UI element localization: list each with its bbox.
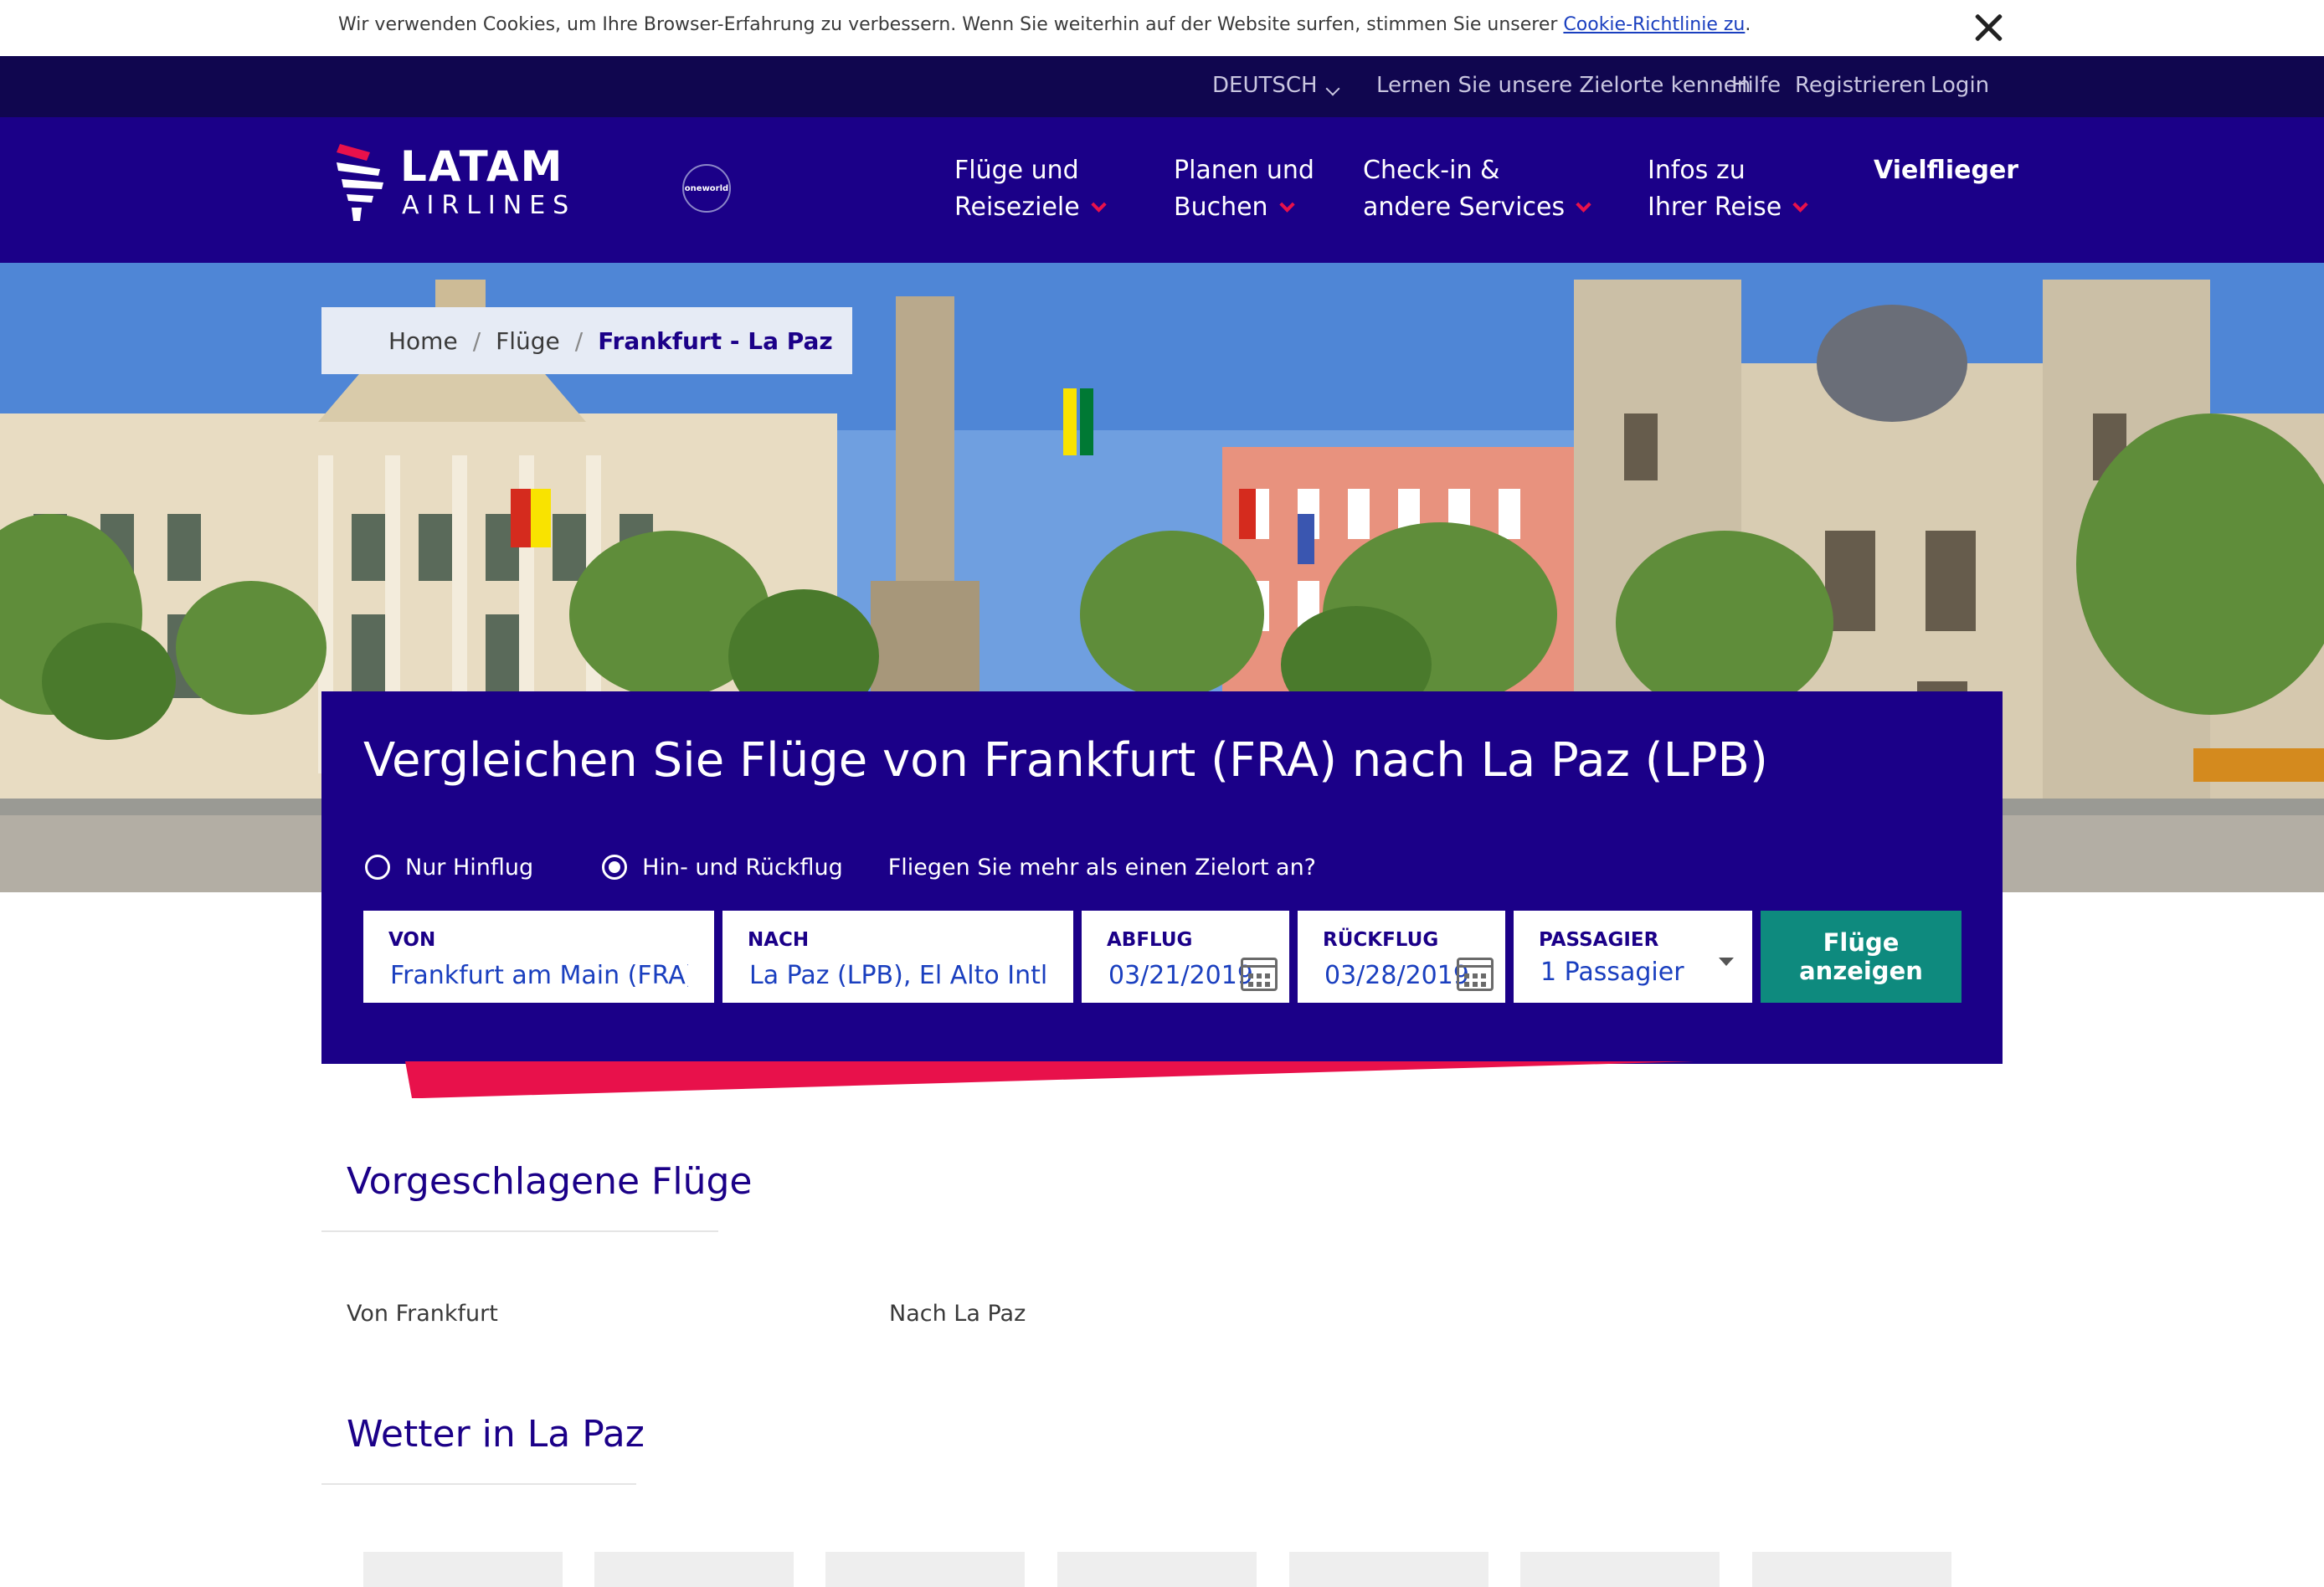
logo-brand: LATAM [400, 142, 564, 191]
breadcrumb-home[interactable]: Home [388, 327, 458, 355]
nav-trip-info[interactable]: Infos zu Ihrer Reise [1648, 152, 1808, 226]
to-la-paz-label: Nach La Paz [889, 1301, 1026, 1327]
to-field[interactable]: NACH La Paz (LPB), El Alto Intl. (I [722, 911, 1073, 1003]
nav-flights-destinations[interactable]: Flüge und Reiseziele [954, 152, 1107, 226]
weather-card [1057, 1552, 1257, 1587]
latam-logo-mark-icon [337, 144, 383, 221]
caret-down-icon[interactable] [1719, 958, 1734, 966]
passenger-value[interactable]: 1 Passagier [1540, 958, 1684, 987]
main-navigation: LATAM AIRLINES oneworld Flüge und Reisez… [0, 117, 2324, 263]
chevron-down-icon [1325, 81, 1340, 96]
from-value[interactable]: Frankfurt am Main (FRA), F [390, 961, 688, 990]
breadcrumb: Home / Flüge / Frankfurt - La Paz [321, 307, 852, 374]
weather-card [825, 1552, 1025, 1587]
oneworld-label: oneworld [684, 183, 729, 193]
breadcrumb-separator: / [574, 326, 584, 355]
nav-item-line1: Infos zu [1648, 156, 1746, 185]
nav-item-line1: Planen und [1174, 156, 1314, 185]
weather-title: Wetter in La Paz [347, 1413, 645, 1456]
link-register[interactable]: Registrieren [1795, 73, 1926, 98]
section-divider [321, 1483, 636, 1485]
return-value[interactable]: 03/28/2019 [1324, 961, 1469, 990]
calendar-icon[interactable] [1457, 958, 1494, 991]
weather-card [1520, 1552, 1720, 1587]
weather-card [1752, 1552, 1951, 1587]
utility-bar: DEUTSCH Lernen Sie unsere Zielorte kenne… [0, 56, 2324, 117]
search-title: Vergleichen Sie Flüge von Frankfurt (FRA… [363, 733, 1768, 788]
departure-date-field[interactable]: ABFLUG 03/21/2019 [1082, 911, 1289, 1003]
nav-checkin-services[interactable]: Check-in & andere Services [1363, 152, 1591, 226]
close-icon[interactable] [1972, 12, 2004, 44]
nav-item-line2: Ihrer Reise [1648, 193, 1782, 222]
cookie-suffix: . [1745, 14, 1751, 35]
link-destinations[interactable]: Lernen Sie unsere Zielorte kennen [1376, 73, 1751, 98]
weather-card [1289, 1552, 1488, 1587]
chevron-down-icon [1278, 197, 1295, 213]
nav-frequent-flyer[interactable]: Vielflieger [1874, 152, 2018, 189]
flight-search-panel: Vergleichen Sie Flüge von Frankfurt (FRA… [321, 691, 2003, 1064]
radio-round-trip[interactable]: Hin- und Rückflug [602, 855, 843, 881]
nav-item-line1: Vielflieger [1874, 156, 2019, 185]
radio-round-trip-label: Hin- und Rückflug [642, 854, 843, 881]
passenger-label: PASSAGIER [1539, 929, 1659, 951]
breadcrumb-current: Frankfurt - La Paz [598, 326, 833, 355]
link-help[interactable]: Hilfe [1731, 73, 1781, 98]
departure-value[interactable]: 03/21/2019 [1108, 961, 1253, 990]
departure-label: ABFLUG [1107, 929, 1193, 951]
from-label: VON [388, 929, 436, 951]
nav-item-line1: Check-in & [1363, 156, 1500, 185]
from-field[interactable]: VON Frankfurt am Main (FRA), F [363, 911, 714, 1003]
breadcrumb-flights[interactable]: Flüge [496, 327, 560, 355]
trip-type-options: Nur Hinflug Hin- und Rückflug Fliegen Si… [365, 852, 1316, 882]
cookie-banner: Wir verwenden Cookies, um Ihre Browser-E… [0, 0, 2324, 56]
section-divider [321, 1230, 718, 1232]
nav-item-line2: Reiseziele [954, 193, 1080, 222]
show-flights-button[interactable]: Flüge anzeigen [1761, 911, 1962, 1003]
nav-plan-book[interactable]: Planen und Buchen [1174, 152, 1314, 226]
cookie-text: Wir verwenden Cookies, um Ihre Browser-E… [338, 14, 1564, 35]
breadcrumb-separator: / [472, 326, 481, 355]
radio-unchecked-icon[interactable] [365, 855, 390, 880]
to-label: NACH [748, 929, 810, 951]
nav-item-line1: Flüge und [954, 156, 1079, 185]
language-label: DEUTSCH [1212, 73, 1318, 98]
chevron-down-icon [1792, 197, 1808, 213]
radio-one-way[interactable]: Nur Hinflug [365, 855, 533, 881]
radio-checked-icon[interactable] [602, 855, 628, 880]
passenger-select[interactable]: PASSAGIER 1 Passagier [1514, 911, 1752, 1003]
weather-card [594, 1552, 794, 1587]
chevron-down-icon [1576, 197, 1591, 213]
multi-city-link[interactable]: Fliegen Sie mehr als einen Zielort an? [888, 855, 1316, 881]
language-selector[interactable]: DEUTSCH [1212, 73, 1340, 98]
weather-card [363, 1552, 563, 1587]
cookie-policy-link[interactable]: Cookie-Richtlinie zu [1563, 14, 1745, 35]
calendar-icon[interactable] [1241, 958, 1278, 991]
radio-one-way-label: Nur Hinflug [405, 854, 534, 881]
cookie-message: Wir verwenden Cookies, um Ihre Browser-E… [338, 14, 1751, 35]
chevron-down-icon [1091, 197, 1107, 213]
return-label: RÜCKFLUG [1323, 929, 1439, 951]
oneworld-logo[interactable]: oneworld [682, 164, 731, 213]
suggested-flights-title: Vorgeschlagene Flüge [347, 1160, 753, 1203]
multi-city-label: Fliegen Sie mehr als einen Zielort an? [887, 854, 1317, 881]
link-login[interactable]: Login [1931, 73, 1989, 98]
nav-item-line2: Buchen [1174, 193, 1268, 222]
from-frankfurt-label: Von Frankfurt [347, 1301, 498, 1327]
nav-item-line2: andere Services [1363, 193, 1566, 222]
return-date-field[interactable]: RÜCKFLUG 03/28/2019 [1298, 911, 1505, 1003]
logo-sub: AIRLINES [402, 191, 577, 220]
accent-ribbon [405, 1061, 1694, 1098]
to-value[interactable]: La Paz (LPB), El Alto Intl. (I [749, 961, 1047, 990]
latam-logo[interactable]: LATAM AIRLINES [337, 141, 596, 233]
